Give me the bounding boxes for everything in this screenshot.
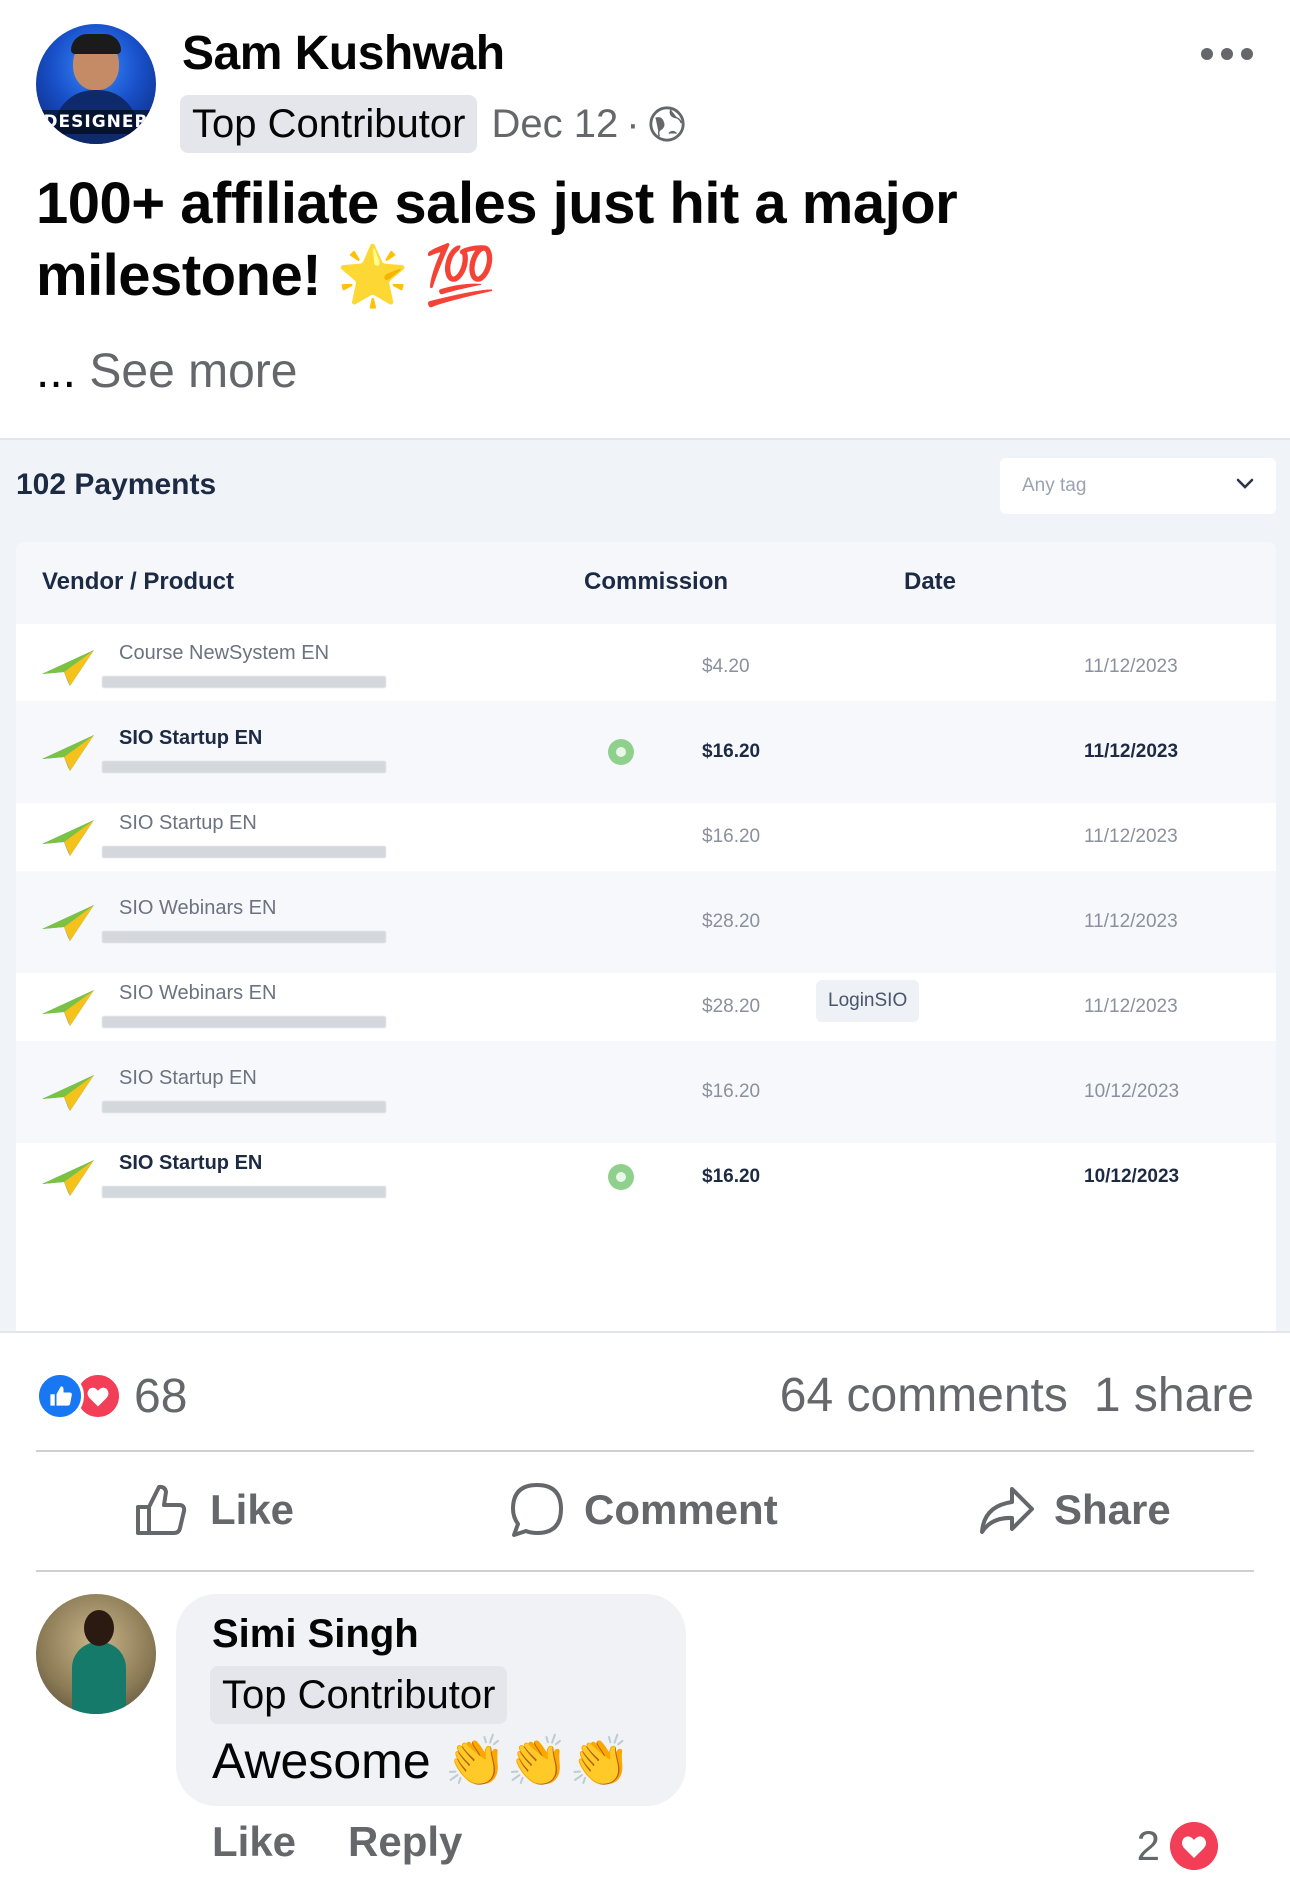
commission-value: $16.20 [702, 826, 761, 847]
commenter-badge[interactable]: Top Contributor [210, 1666, 508, 1724]
paper-plane-icon [42, 905, 94, 941]
divider-bottom [36, 1570, 1254, 1572]
commenter-name[interactable]: Simi Singh [212, 1612, 419, 1657]
payment-date: 11/12/2023 [1084, 826, 1178, 847]
redacted-email [102, 846, 386, 858]
see-more-link[interactable]: ... See more [36, 344, 297, 399]
like-reaction-icon [36, 1372, 84, 1420]
commenter-avatar[interactable] [36, 1594, 156, 1714]
paper-plane-icon [42, 650, 94, 686]
comments-count[interactable]: 64 comments [780, 1369, 1068, 1422]
meta-separator: · [626, 101, 640, 146]
chevron-down-icon [1236, 478, 1254, 489]
commission-value: $28.20 [702, 996, 761, 1017]
product-name: SIO Webinars EN [119, 897, 277, 919]
paper-plane-icon [42, 990, 94, 1026]
share-button[interactable]: Share [976, 1474, 1171, 1546]
paper-plane-icon [42, 735, 94, 771]
comment-button[interactable]: Comment [506, 1474, 778, 1546]
thumbs-up-icon [136, 1484, 187, 1535]
paper-plane-icon [42, 820, 94, 856]
payment-date: 10/12/2023 [1084, 1166, 1180, 1187]
reaction-count: 68 [134, 1369, 188, 1423]
avatar-dress [72, 1642, 126, 1714]
post-date[interactable]: Dec 12 [491, 102, 618, 147]
redacted-email [102, 1186, 386, 1198]
share-arrow-icon [980, 1487, 1034, 1534]
avatar-hair [71, 34, 121, 54]
divider-top [36, 1450, 1254, 1452]
product-name: SIO Startup EN [119, 727, 263, 749]
redacted-email [102, 676, 386, 688]
comment-actions: Like Reply [212, 1818, 462, 1866]
payment-date: 11/12/2023 [1084, 911, 1178, 932]
top-contributor-badge[interactable]: Top Contributor [180, 95, 478, 153]
commission-value: $16.20 [702, 741, 761, 762]
post-text: 100+ affiliate sales just hit a major mi… [36, 171, 958, 308]
redacted-email [102, 1101, 386, 1113]
avatar-head [84, 1610, 114, 1646]
redacted-email [102, 931, 386, 943]
more-horizontal-icon[interactable] [1200, 44, 1254, 64]
tag-select-placeholder: Any tag [1022, 475, 1087, 496]
column-commission: Commission [584, 568, 729, 595]
author-name[interactable]: Sam Kushwah [182, 26, 505, 81]
tag-chip: LoginSIO [816, 980, 920, 1022]
payment-date: 10/12/2023 [1084, 1081, 1180, 1102]
comment-like-button[interactable]: Like [212, 1818, 296, 1865]
tag-select: Any tag [1000, 458, 1276, 514]
redacted-email [102, 761, 386, 773]
column-vendor: Vendor / Product [42, 568, 235, 595]
table-row: SIO Startup EN $16.20 10/12/2023 [16, 1126, 1276, 1228]
payment-date: 11/12/2023 [1084, 741, 1179, 762]
product-name: SIO Startup EN [119, 1067, 257, 1089]
commission-value: $4.20 [702, 656, 750, 677]
product-name: SIO Startup EN [119, 812, 257, 834]
see-more-label: See more [89, 345, 298, 398]
product-name: SIO Webinars EN [119, 982, 277, 1004]
comment-reactions[interactable]: 2 [1137, 1818, 1218, 1874]
post-stats: 64 comments 1 share [780, 1366, 1254, 1426]
comment-bubble-icon [511, 1483, 563, 1537]
comment-label: Comment [584, 1486, 778, 1533]
author-avatar[interactable]: DESIGNER [36, 24, 156, 144]
table-header: Vendor / Product Commission Date [16, 542, 1276, 624]
payment-date: 11/12/2023 [1084, 996, 1178, 1017]
love-reaction-icon [1170, 1822, 1218, 1870]
column-date: Date [904, 568, 957, 595]
reaction-summary[interactable]: 68 [36, 1366, 187, 1426]
comment-reaction-count: 2 [1136, 1822, 1160, 1869]
attached-image[interactable]: 102 Payments Any tag Vendor / Product Co… [0, 438, 1290, 1333]
like-label: Like [210, 1486, 295, 1533]
comment-bubble: Simi Singh Top Contributor Awesome 👏👏👏 [176, 1594, 686, 1806]
product-name: SIO Startup EN [119, 1152, 263, 1174]
author-meta: Top Contributor Dec 12 · [180, 94, 686, 154]
payments-table: Vendor / Product Commission Date Course … [16, 542, 1276, 1331]
redacted-email [102, 1016, 386, 1028]
see-more-ellipsis: ... [36, 345, 77, 398]
comment-text: Awesome 👏👏👏 [212, 1733, 632, 1789]
paper-plane-icon [42, 1160, 94, 1196]
like-button[interactable]: Like [132, 1474, 294, 1546]
globe-icon [648, 106, 685, 142]
post-header: DESIGNER Sam Kushwah Top Contributor Dec… [36, 24, 1254, 154]
product-name: Course NewSystem EN [119, 642, 330, 664]
share-label: Share [1054, 1486, 1171, 1533]
commission-value: $16.20 [702, 1081, 761, 1102]
status-indicator [608, 739, 634, 765]
commission-value: $16.20 [702, 1166, 761, 1187]
paper-plane-icon [42, 1075, 94, 1111]
avatar-logo-text: DESIGNER [36, 110, 156, 134]
comment-reply-button[interactable]: Reply [348, 1818, 462, 1865]
commission-value: $28.20 [702, 911, 761, 932]
status-indicator [608, 1164, 634, 1190]
shares-count[interactable]: 1 share [1094, 1369, 1254, 1422]
payment-date: 11/12/2023 [1084, 656, 1178, 677]
payments-title: 102 Payments [16, 468, 217, 501]
